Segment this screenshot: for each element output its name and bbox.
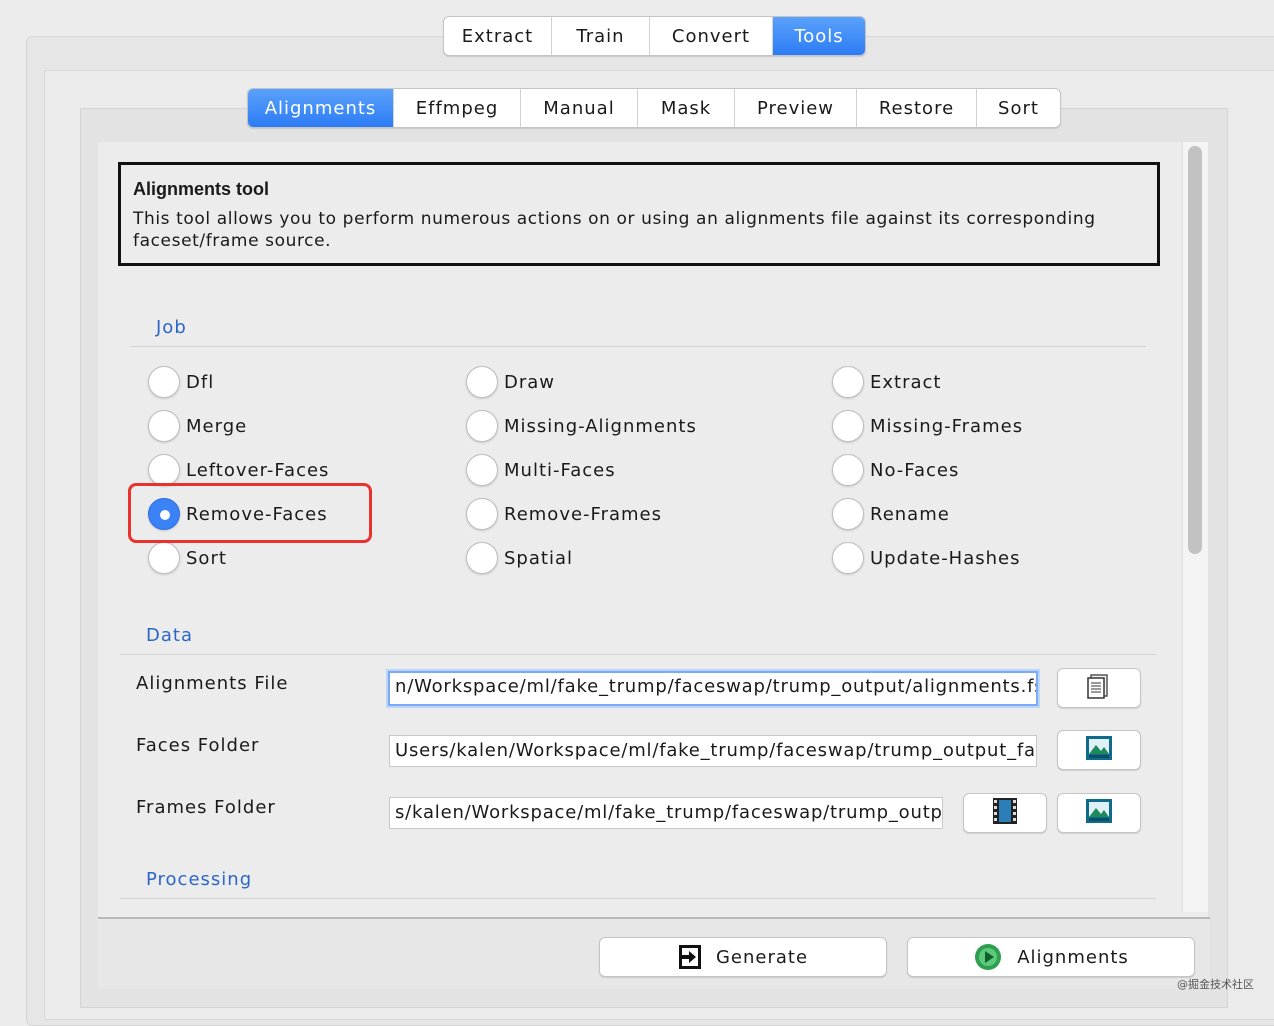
radio-label: Sort bbox=[186, 548, 227, 569]
radio-label: Leftover-Faces bbox=[186, 460, 329, 481]
radio-button[interactable] bbox=[466, 366, 498, 398]
tab-tools[interactable]: Tools bbox=[773, 17, 865, 55]
radio-label: Multi-Faces bbox=[504, 460, 616, 481]
radio-button[interactable] bbox=[466, 498, 498, 530]
radio-button[interactable] bbox=[832, 366, 864, 398]
data-section-divider bbox=[120, 654, 1156, 655]
data-section-title: Data bbox=[146, 625, 193, 646]
generate-label: Generate bbox=[716, 947, 808, 968]
radio-label: Draw bbox=[504, 372, 555, 393]
radio-button[interactable] bbox=[466, 454, 498, 486]
frames-folder-label: Frames Folder bbox=[136, 797, 276, 818]
job-section-divider bbox=[130, 346, 1146, 347]
job-option-extract[interactable]: Extract bbox=[832, 366, 941, 398]
tool-description-title: Alignments tool bbox=[133, 179, 1145, 200]
alignments-file-label: Alignments File bbox=[136, 673, 288, 694]
alignments-file-input[interactable]: n/Workspace/ml/fake_trump/faceswap/trump… bbox=[388, 671, 1038, 706]
radio-button[interactable] bbox=[148, 410, 180, 442]
browse-frames-folder-button[interactable] bbox=[1057, 793, 1141, 833]
radio-button[interactable] bbox=[148, 454, 180, 486]
radio-button[interactable] bbox=[148, 366, 180, 398]
tool-description-box: Alignments tool This tool allows you to … bbox=[118, 162, 1160, 266]
radio-label: Missing-Frames bbox=[870, 416, 1023, 437]
generate-icon bbox=[678, 944, 702, 970]
job-option-leftover-faces[interactable]: Leftover-Faces bbox=[148, 454, 329, 486]
job-option-spatial[interactable]: Spatial bbox=[466, 542, 573, 574]
tab-alignments[interactable]: Alignments bbox=[248, 89, 394, 127]
radio-button[interactable] bbox=[466, 410, 498, 442]
radio-label: No-Faces bbox=[870, 460, 959, 481]
image-folder-icon bbox=[1085, 735, 1113, 765]
job-option-dfl[interactable]: Dfl bbox=[148, 366, 214, 398]
tab-sort[interactable]: Sort bbox=[977, 89, 1060, 127]
watermark: @掘金技术社区 bbox=[1177, 976, 1254, 992]
radio-button[interactable] bbox=[832, 542, 864, 574]
job-section-title: Job bbox=[156, 317, 187, 338]
frames-folder-input[interactable]: s/kalen/Workspace/ml/fake_trump/faceswap… bbox=[389, 797, 943, 829]
radio-button[interactable] bbox=[148, 542, 180, 574]
job-option-missing-frames[interactable]: Missing-Frames bbox=[832, 410, 1023, 442]
radio-label: Merge bbox=[186, 416, 247, 437]
radio-button[interactable] bbox=[832, 410, 864, 442]
processing-section-title: Processing bbox=[146, 869, 252, 890]
tab-restore[interactable]: Restore bbox=[857, 89, 977, 127]
tab-preview[interactable]: Preview bbox=[735, 89, 857, 127]
browse-video-button[interactable] bbox=[963, 793, 1047, 833]
tab-effmpeg[interactable]: Effmpeg bbox=[394, 89, 521, 127]
radio-label: Remove-Frames bbox=[504, 504, 662, 525]
run-alignments-button[interactable]: Alignments bbox=[907, 937, 1195, 977]
radio-label: Rename bbox=[870, 504, 950, 525]
tool-description-text: This tool allows you to perform numerous… bbox=[133, 208, 1145, 252]
job-option-no-faces[interactable]: No-Faces bbox=[832, 454, 959, 486]
job-option-sort[interactable]: Sort bbox=[148, 542, 227, 574]
job-option-draw[interactable]: Draw bbox=[466, 366, 555, 398]
tab-train[interactable]: Train bbox=[552, 17, 650, 55]
browse-alignments-file-button[interactable] bbox=[1057, 668, 1141, 708]
job-option-update-hashes[interactable]: Update-Hashes bbox=[832, 542, 1021, 574]
processing-section-divider bbox=[120, 898, 1156, 899]
tab-manual[interactable]: Manual bbox=[521, 89, 638, 127]
tool-tab-bar: Alignments Effmpeg Manual Mask Preview R… bbox=[247, 88, 1061, 128]
radio-label: Dfl bbox=[186, 372, 214, 393]
job-option-rename[interactable]: Rename bbox=[832, 498, 950, 530]
radio-button[interactable] bbox=[832, 498, 864, 530]
browse-faces-folder-button[interactable] bbox=[1057, 730, 1141, 770]
main-tab-bar: Extract Train Convert Tools bbox=[443, 16, 866, 56]
radio-button[interactable] bbox=[832, 454, 864, 486]
job-option-merge[interactable]: Merge bbox=[148, 410, 247, 442]
tab-extract[interactable]: Extract bbox=[444, 17, 552, 55]
job-option-remove-frames[interactable]: Remove-Frames bbox=[466, 498, 662, 530]
radio-label: Spatial bbox=[504, 548, 573, 569]
scrollbar-thumb[interactable] bbox=[1188, 146, 1202, 554]
radio-label: Extract bbox=[870, 372, 941, 393]
selection-highlight bbox=[128, 483, 372, 543]
run-alignments-label: Alignments bbox=[1017, 947, 1129, 968]
play-icon bbox=[973, 942, 1003, 972]
tab-mask[interactable]: Mask bbox=[638, 89, 735, 127]
video-icon bbox=[991, 797, 1019, 829]
radio-label: Missing-Alignments bbox=[504, 416, 697, 437]
tab-convert[interactable]: Convert bbox=[650, 17, 773, 55]
radio-label: Update-Hashes bbox=[870, 548, 1021, 569]
generate-button[interactable]: Generate bbox=[599, 937, 887, 977]
faces-folder-label: Faces Folder bbox=[136, 735, 259, 756]
radio-button[interactable] bbox=[466, 542, 498, 574]
job-option-multi-faces[interactable]: Multi-Faces bbox=[466, 454, 616, 486]
file-icon bbox=[1085, 672, 1113, 704]
image-folder-icon bbox=[1085, 798, 1113, 828]
job-option-missing-alignments[interactable]: Missing-Alignments bbox=[466, 410, 697, 442]
faces-folder-input[interactable]: Users/kalen/Workspace/ml/fake_trump/face… bbox=[389, 735, 1037, 767]
